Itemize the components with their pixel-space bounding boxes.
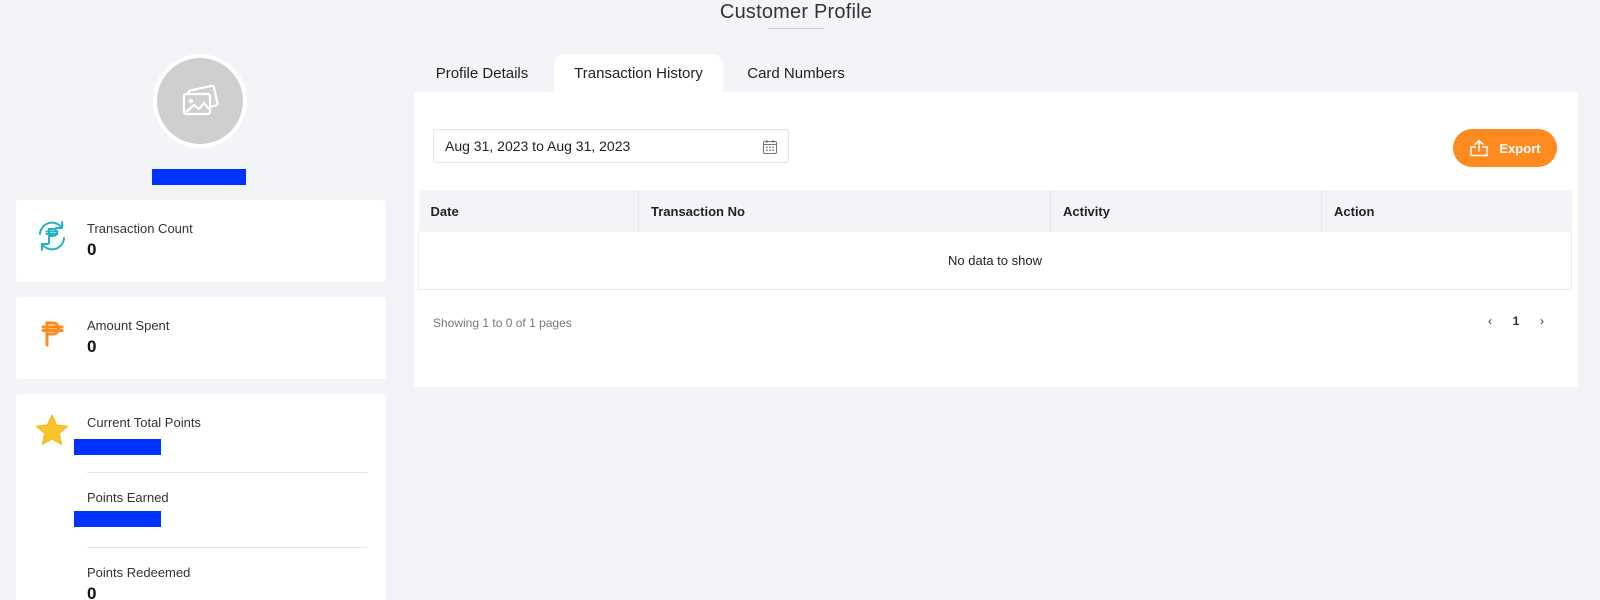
empty-state-message: No data to show [418, 232, 1572, 290]
pagination: ‹ 1 › [1484, 314, 1548, 328]
points-redeemed-label: Points Redeemed [87, 565, 191, 580]
peso-refresh-icon [34, 218, 70, 254]
avatar[interactable] [153, 54, 247, 148]
column-header-activity[interactable]: Activity [1050, 190, 1322, 232]
customer-name-redacted [152, 169, 246, 185]
points-card: Current Total Points Points Earned Point… [16, 394, 386, 600]
date-range-value: Aug 31, 2023 to Aug 31, 2023 [445, 138, 631, 154]
points-earned-label: Points Earned [87, 490, 169, 505]
date-range-picker[interactable]: Aug 31, 2023 to Aug 31, 2023 [433, 129, 789, 163]
page-title: Customer Profile [719, 1, 873, 23]
divider [87, 472, 367, 473]
current-points-label: Current Total Points [87, 415, 201, 430]
stat-card-amount-spent: Amount Spent 0 [16, 297, 386, 379]
peso-icon [34, 315, 70, 351]
column-header-action[interactable]: Action [1321, 190, 1572, 232]
image-placeholder-icon [182, 84, 219, 116]
points-redeemed-value: 0 [87, 584, 97, 600]
transactions-table: Date Transaction No Activity Action No d… [418, 190, 1572, 290]
current-points-redacted [74, 439, 161, 455]
points-earned-redacted [74, 511, 161, 527]
page-number-button[interactable]: 1 [1510, 314, 1522, 328]
stat-value: 0 [87, 337, 97, 356]
column-header-transaction-no[interactable]: Transaction No [638, 190, 1051, 232]
stat-card-transaction-count: Transaction Count 0 [16, 200, 386, 282]
export-label: Export [1499, 140, 1541, 156]
calendar-icon[interactable] [762, 139, 778, 155]
stat-label: Amount Spent [87, 318, 170, 333]
stat-value: 0 [87, 240, 97, 259]
tab-transaction-history[interactable]: Transaction History [554, 54, 723, 92]
tab-profile-details[interactable]: Profile Details [420, 54, 544, 92]
star-icon [34, 412, 70, 448]
pagination-info: Showing 1 to 0 of 1 pages [433, 316, 572, 330]
transaction-history-panel: Aug 31, 2023 to Aug 31, 2023 Export Date [414, 92, 1578, 387]
stat-label: Transaction Count [87, 221, 193, 236]
next-page-button[interactable]: › [1536, 314, 1548, 328]
divider [87, 547, 367, 548]
tab-card-numbers[interactable]: Card Numbers [735, 54, 857, 92]
upload-icon [1470, 139, 1489, 157]
column-header-date[interactable]: Date [418, 190, 639, 232]
export-button[interactable]: Export [1453, 129, 1557, 167]
title-underline [768, 28, 824, 29]
prev-page-button[interactable]: ‹ [1484, 314, 1496, 328]
